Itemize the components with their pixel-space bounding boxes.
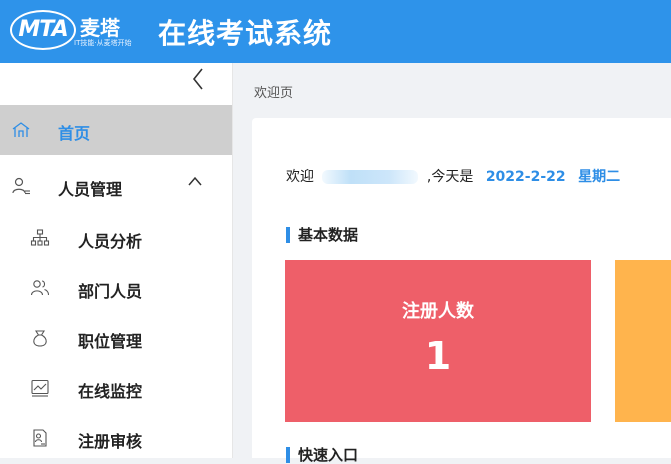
username: 18888888888 <box>322 170 419 184</box>
sidebar-item-label: 职位管理 <box>78 332 143 351</box>
home-icon <box>11 120 31 140</box>
sidebar-item-label: 首页 <box>58 124 91 143</box>
sidebar: 首页 人员管理 人员分析 部门人员 职位管理 在线监控 注册审核 <box>0 63 233 458</box>
welcome-prefix: 欢迎 <box>286 169 314 185</box>
org-chart-icon <box>30 228 50 248</box>
sidebar-item-personnel[interactable]: 人员管理 <box>0 161 232 211</box>
breadcrumb[interactable]: 欢迎页 <box>254 82 293 101</box>
user-list-icon <box>11 176 31 196</box>
sidebar-item-label: 人员管理 <box>58 180 123 199</box>
logo-mark: MTA <box>10 10 76 50</box>
welcome-line: 欢迎 18888888888 ,今天是 2022-2-22 星期二 <box>286 166 620 186</box>
id-card-icon <box>30 428 50 448</box>
sidebar-item-department-staff[interactable]: 部门人员 <box>0 263 232 313</box>
section-title-basic-data: 基本数据 <box>286 226 358 244</box>
sidebar-item-online-monitor[interactable]: 在线监控 <box>0 363 232 413</box>
logo-name: 麦塔 <box>80 16 120 40</box>
sidebar-item-label: 在线监控 <box>78 382 143 401</box>
bag-icon <box>30 328 50 348</box>
sidebar-item-label: 部门人员 <box>78 282 143 301</box>
sidebar-item-position-management[interactable]: 职位管理 <box>0 313 232 363</box>
top-header: MTA 麦塔 IT技能·从麦塔开始 在线考试系统 <box>0 0 671 63</box>
logo-slogan: IT技能·从麦塔开始 <box>74 39 132 47</box>
sidebar-item-home[interactable]: 首页 <box>0 105 232 155</box>
chevron-up-icon[interactable] <box>187 175 203 191</box>
current-date: 2022-2-22 <box>485 169 566 185</box>
monitor-chart-icon <box>30 378 50 398</box>
sidebar-item-label: 注册审核 <box>78 432 143 451</box>
section-title-quick-entry: 快速入口 <box>286 446 358 464</box>
app-title: 在线考试系统 <box>158 17 333 50</box>
current-weekday: 星期二 <box>578 169 621 185</box>
sidebar-item-personnel-analysis[interactable]: 人员分析 <box>0 213 232 263</box>
stat-card-secondary[interactable] <box>615 260 671 422</box>
stat-value: 1 <box>424 334 452 378</box>
users-icon <box>30 278 50 298</box>
sidebar-item-label: 人员分析 <box>78 232 143 251</box>
stat-card-registrations[interactable]: 注册人数 1 <box>285 260 591 422</box>
today-text: ,今天是 <box>426 169 474 185</box>
chevron-left-icon[interactable] <box>186 67 210 95</box>
logo[interactable]: MTA 麦塔 IT技能·从麦塔开始 <box>10 8 150 54</box>
stat-label: 注册人数 <box>402 301 474 322</box>
sidebar-item-registration-review[interactable]: 注册审核 <box>0 413 232 463</box>
